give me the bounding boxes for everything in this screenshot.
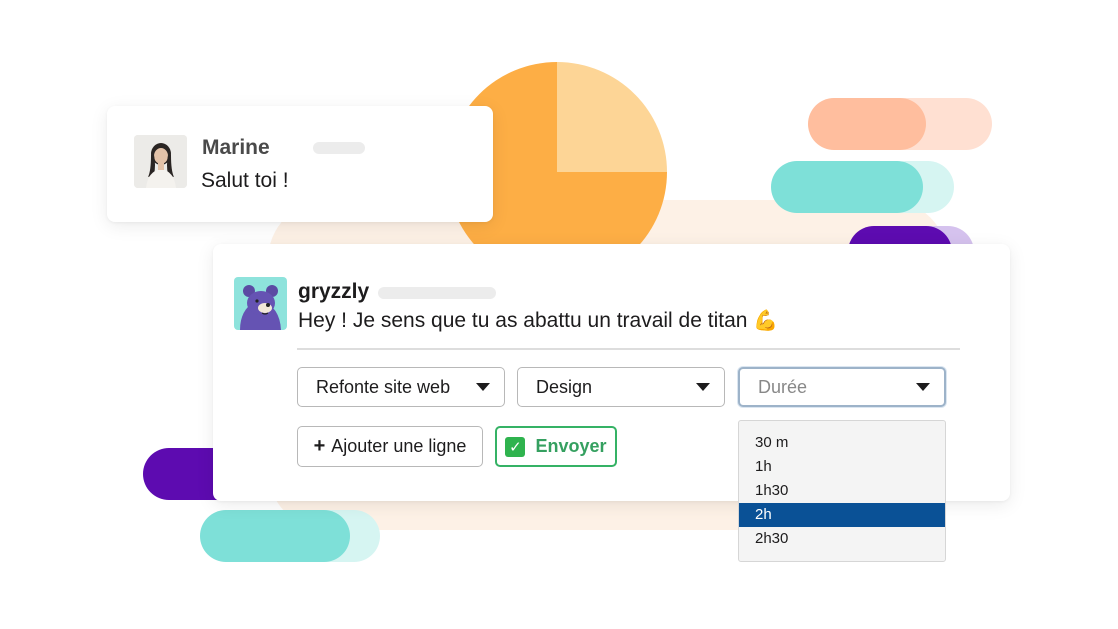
duration-select-placeholder: Durée <box>758 376 808 397</box>
message-card-marine: Marine Salut toi ! <box>107 106 493 222</box>
dropdown-option-1h30[interactable]: 1h30 <box>739 479 945 503</box>
project-select-value: Refonte site web <box>316 376 451 397</box>
timestamp-placeholder <box>313 142 365 154</box>
task-select-value: Design <box>536 376 593 397</box>
dropdown-option-2h[interactable]: 2h <box>739 503 945 527</box>
dropdown-option-2h30[interactable]: 2h30 <box>739 527 945 551</box>
check-mark-icon: ✓ <box>505 436 526 457</box>
send-label: Envoyer <box>535 436 607 456</box>
message-text: Salut toi ! <box>201 169 289 192</box>
deco-pill-teal <box>771 161 923 213</box>
duration-select[interactable]: Durée <box>738 367 946 407</box>
add-line-button[interactable]: + Ajouter une ligne <box>297 426 483 467</box>
dropdown-option-1h[interactable]: 1h <box>739 455 945 479</box>
send-button[interactable]: ✓ Envoyer <box>495 426 617 467</box>
add-line-label: Ajouter une ligne <box>331 436 467 456</box>
user-photo-icon <box>134 135 187 188</box>
task-select[interactable]: Design <box>517 367 725 407</box>
caret-down-icon <box>476 383 490 391</box>
dropdown-option-30m[interactable]: 30 m <box>739 431 945 455</box>
project-select[interactable]: Refonte site web <box>297 367 505 407</box>
caret-down-icon <box>696 383 710 391</box>
divider <box>297 348 960 350</box>
bear-mascot-icon <box>234 277 287 330</box>
timestamp-placeholder <box>378 287 496 299</box>
message-body: Hey ! Je sens que tu as abattu un travai… <box>298 309 748 332</box>
plus-icon: + <box>313 435 326 457</box>
caret-down-icon <box>916 383 930 391</box>
duration-dropdown: 30 m 1h 1h30 2h 2h30 <box>738 420 946 562</box>
deco-pill-teal-bottom <box>200 510 350 562</box>
author-name: Marine <box>202 136 270 159</box>
flexed-biceps-emoji: 💪 <box>753 310 779 332</box>
deco-pill-salmon <box>808 98 926 150</box>
author-name: gryzzly <box>298 280 370 303</box>
message-text: Hey ! Je sens que tu as abattu un travai… <box>298 308 778 333</box>
